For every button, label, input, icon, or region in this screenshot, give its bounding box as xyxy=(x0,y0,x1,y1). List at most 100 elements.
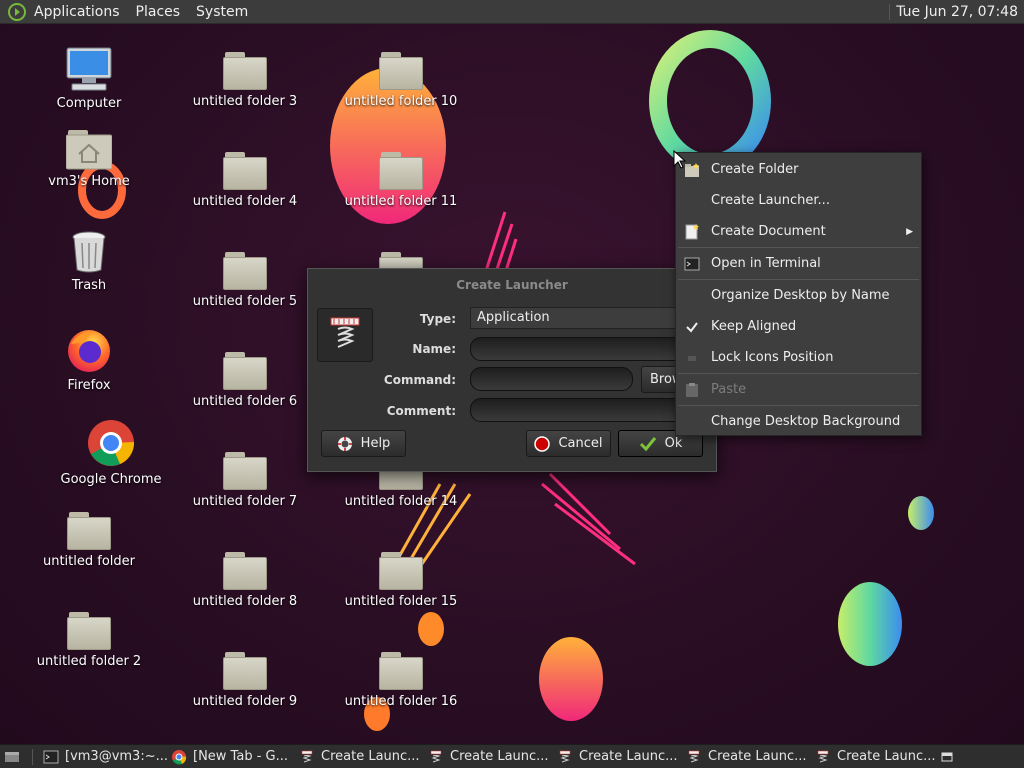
launcher-spring-icon xyxy=(688,750,700,762)
show-desktop-icon[interactable] xyxy=(4,750,20,764)
icon-label: Firefox xyxy=(67,378,111,393)
taskbar-separator xyxy=(32,748,33,765)
folder-icon xyxy=(379,152,423,190)
home-folder-desktop-icon[interactable]: vm3's Home xyxy=(14,130,164,189)
icon-label: untitled folder 3 xyxy=(192,94,298,109)
icon-label: untitled folder 9 xyxy=(192,694,298,709)
chrome-icon xyxy=(172,749,187,765)
menu-item-label: Create Folder xyxy=(711,162,799,177)
command-label: Command: xyxy=(383,373,456,387)
folder-desktop-icon[interactable]: untitled folder 6 xyxy=(170,352,320,409)
places-menu[interactable]: Places xyxy=(128,0,189,24)
trash-icon xyxy=(72,231,106,273)
green-blue-blob-decoration xyxy=(838,582,902,666)
terminal-icon xyxy=(684,257,700,271)
menu-item-change-background[interactable]: Change Desktop Background xyxy=(676,408,921,436)
folder-desktop-icon[interactable]: untitled folder 2 xyxy=(14,612,164,669)
menu-item-label: Create Launcher... xyxy=(711,193,830,208)
taskbar-item-label: [New Tab - G... xyxy=(193,749,288,764)
cancel-button[interactable]: Cancel xyxy=(526,430,611,457)
icon-label: untitled folder 2 xyxy=(36,654,142,669)
folder-desktop-icon[interactable]: untitled folder 7 xyxy=(170,452,320,509)
folder-desktop-icon[interactable]: untitled folder 8 xyxy=(170,552,320,609)
folder-desktop-icon[interactable]: untitled folder 10 xyxy=(326,52,476,109)
icon-label: untitled folder 16 xyxy=(344,694,458,709)
menu-item-label: Create Document xyxy=(711,224,826,239)
icon-label: untitled folder 4 xyxy=(192,194,298,209)
taskbar-item-create-launcher[interactable]: Create Launc... xyxy=(553,745,682,768)
menu-item-paste[interactable]: Paste xyxy=(676,376,921,404)
paste-icon xyxy=(686,383,698,397)
help-icon xyxy=(337,436,352,451)
taskbar-item-label: Create Launc... xyxy=(837,749,936,764)
orange-pink-blob-decoration xyxy=(539,637,603,721)
icon-label: untitled folder 6 xyxy=(192,394,298,409)
firefox-icon xyxy=(68,330,110,372)
folder-desktop-icon[interactable]: untitled folder 5 xyxy=(170,252,320,309)
folder-icon xyxy=(223,152,267,190)
folder-icon xyxy=(223,652,267,690)
icon-label: untitled folder 15 xyxy=(344,594,458,609)
cancel-icon xyxy=(534,435,551,452)
launcher-spring-icon xyxy=(817,750,829,762)
icon-label: untitled folder 7 xyxy=(192,494,298,509)
menu-separator xyxy=(678,373,919,374)
menu-separator xyxy=(678,279,919,280)
system-menu[interactable]: System xyxy=(188,0,256,24)
folder-desktop-icon[interactable]: untitled folder 16 xyxy=(326,652,476,709)
folder-desktop-icon[interactable]: untitled folder xyxy=(14,512,164,569)
folder-icon xyxy=(379,52,423,90)
taskbar-item-chrome[interactable]: [New Tab - G... xyxy=(167,745,295,768)
menu-item-create-folder[interactable]: Create Folder xyxy=(676,156,921,184)
taskbar-item-create-launcher[interactable]: Create Launc... xyxy=(295,745,424,768)
folder-icon xyxy=(67,512,111,550)
orange-dot-decoration xyxy=(418,612,444,646)
small-blob-decoration xyxy=(908,496,934,530)
comment-label: Comment: xyxy=(386,404,456,418)
folder-desktop-icon[interactable]: untitled folder 3 xyxy=(170,52,320,109)
menu-item-label: Keep Aligned xyxy=(711,319,797,334)
trash-desktop-icon[interactable]: Trash xyxy=(14,230,164,293)
mouse-pointer-icon xyxy=(673,150,687,169)
taskbar-item-create-launcher[interactable]: Create Launc... xyxy=(424,745,553,768)
taskbar: [vm3@vm3:~... [New Tab - G... Create Lau… xyxy=(0,744,1024,768)
folder-desktop-icon[interactable]: untitled folder 9 xyxy=(170,652,320,709)
menu-item-organize-desktop[interactable]: Organize Desktop by Name xyxy=(676,282,921,310)
taskbar-item-label: Create Launc... xyxy=(708,749,807,764)
menu-item-create-launcher[interactable]: Create Launcher... xyxy=(676,187,921,215)
computer-icon xyxy=(66,47,112,91)
icon-label: untitled folder xyxy=(42,554,135,569)
taskbar-item-label: Create Launc... xyxy=(579,749,678,764)
taskbar-item-label: Create Launc... xyxy=(321,749,420,764)
dialog-title[interactable]: Create Launcher xyxy=(308,269,716,301)
help-button[interactable]: Help xyxy=(321,430,406,457)
computer-desktop-icon[interactable]: Computer xyxy=(14,46,164,111)
folder-desktop-icon[interactable]: untitled folder 4 xyxy=(170,152,320,209)
taskbar-item-create-launcher[interactable]: Create Launc... xyxy=(811,745,937,768)
taskbar-item-terminal[interactable]: [vm3@vm3:~... xyxy=(39,745,168,768)
icon-label: Trash xyxy=(71,278,107,293)
firefox-desktop-icon[interactable]: Firefox xyxy=(14,326,164,393)
menu-item-keep-aligned[interactable]: Keep Aligned xyxy=(676,313,921,341)
icon-label: untitled folder 8 xyxy=(192,594,298,609)
check-icon xyxy=(639,436,656,451)
workspace-switcher-icon[interactable] xyxy=(941,752,953,762)
command-field[interactable] xyxy=(470,367,633,391)
menu-item-label: Change Desktop Background xyxy=(711,414,901,429)
menu-item-lock-icons-position[interactable]: Lock Icons Position xyxy=(676,344,921,372)
google-chrome-desktop-icon[interactable]: Google Chrome xyxy=(36,418,186,487)
home-folder-icon xyxy=(66,130,112,170)
folder-desktop-icon[interactable]: untitled folder 11 xyxy=(326,152,476,209)
folder-desktop-icon[interactable]: untitled folder 15 xyxy=(326,552,476,609)
create-launcher-dialog: Create Launcher Type: Application Name: … xyxy=(307,268,717,472)
clock[interactable]: Tue Jun 27, 07:48 xyxy=(896,4,1024,20)
menu-item-open-in-terminal[interactable]: Open in Terminal xyxy=(676,250,921,278)
menu-item-create-document[interactable]: Create Document ▶ xyxy=(676,218,921,246)
menu-item-label: Organize Desktop by Name xyxy=(711,288,890,303)
menu-separator xyxy=(678,405,919,406)
applications-menu[interactable]: Applications xyxy=(26,0,128,24)
folder-icon xyxy=(67,612,111,650)
distro-logo-icon[interactable] xyxy=(8,2,26,21)
launcher-spring-icon xyxy=(301,750,313,762)
taskbar-item-create-launcher[interactable]: Create Launc... xyxy=(682,745,811,768)
